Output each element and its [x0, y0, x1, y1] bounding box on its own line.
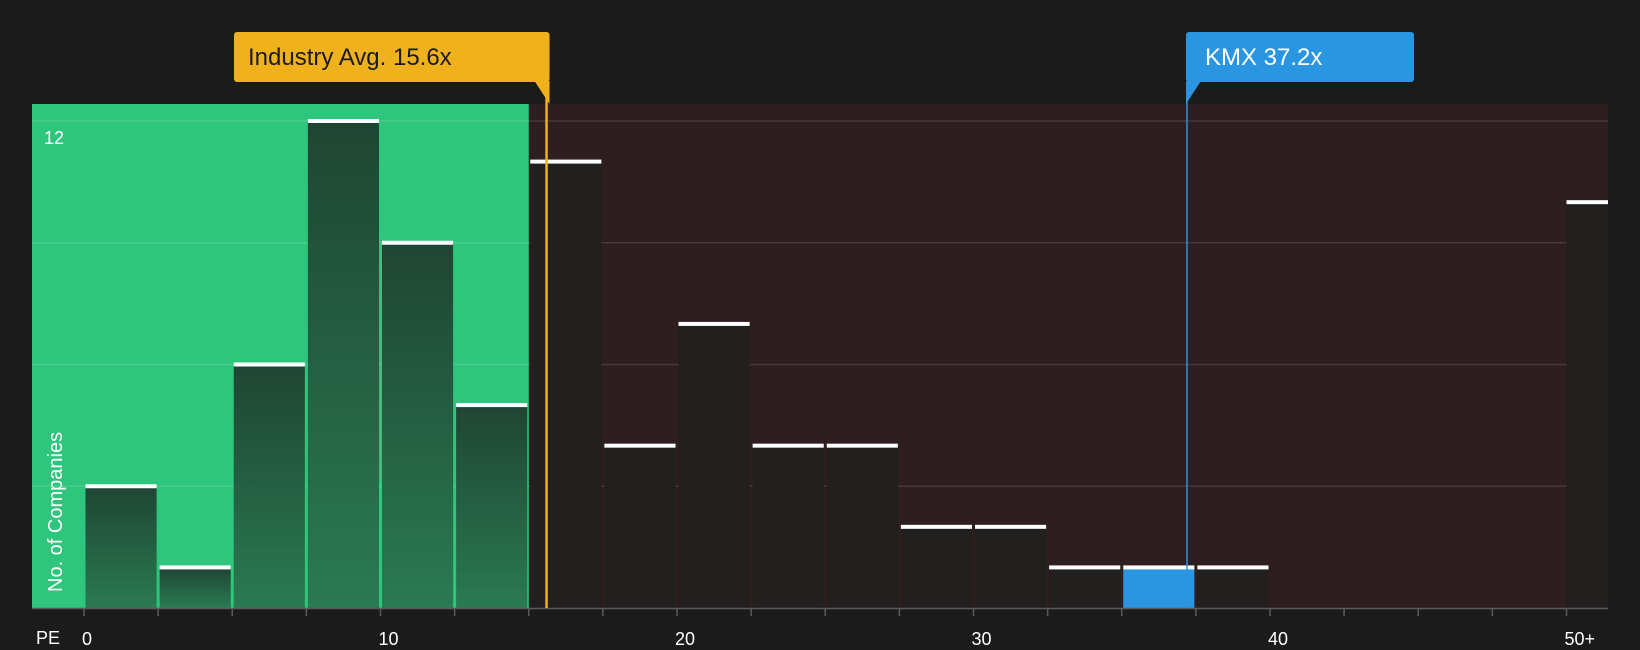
bar	[752, 445, 824, 608]
x-tick-label: 30	[972, 629, 992, 649]
x-tick-label: 10	[379, 629, 399, 649]
bar-cap	[382, 240, 454, 245]
bar	[975, 526, 1047, 608]
bar-cap	[233, 362, 305, 367]
bar-cap	[456, 403, 528, 408]
bar	[85, 486, 157, 608]
bar-cap	[826, 443, 898, 448]
y-axis-label: No. of Companies	[45, 432, 67, 592]
bar	[604, 445, 676, 608]
bar	[307, 121, 379, 608]
bar-cap	[975, 524, 1047, 529]
x-tick-label: 40	[1268, 629, 1288, 649]
bar	[678, 323, 750, 608]
bar-cap	[307, 119, 379, 123]
industry-average-label: Industry Avg. 15.6x	[248, 44, 452, 71]
axis-prefix-label: PE	[36, 628, 60, 648]
bar-cap	[1049, 565, 1121, 570]
y-axis-top-label: 12	[44, 128, 64, 148]
bar-cap	[678, 321, 750, 326]
bar	[456, 405, 528, 608]
bar	[1566, 202, 1608, 608]
x-tick-label: 0	[82, 629, 92, 649]
bar-cap	[604, 443, 676, 448]
bar-cap	[85, 484, 157, 489]
bar	[1197, 567, 1269, 608]
bar	[826, 445, 898, 608]
pe-distribution-chart: 0 10 20 30 40 50+ PE 12 No. of Companies Indu…	[32, 32, 1608, 649]
bar-cap	[1123, 565, 1195, 570]
x-tick-label: 50+	[1565, 629, 1596, 649]
bar	[900, 526, 972, 608]
company-pe-label: KMX 37.2x	[1205, 44, 1322, 71]
bar	[1049, 567, 1121, 608]
company-pe-pointer	[1185, 81, 1201, 104]
bar-cap	[530, 159, 602, 164]
bar	[1123, 567, 1195, 608]
bar	[233, 364, 305, 608]
x-ticks: 0 10 20 30 40 50+	[82, 608, 1595, 649]
bar-cap	[1566, 200, 1608, 205]
bar-cap	[900, 524, 972, 529]
bar-cap	[159, 565, 231, 570]
bar	[530, 161, 602, 609]
x-tick-label: 20	[675, 629, 695, 649]
bar	[382, 242, 454, 608]
bar	[159, 567, 231, 608]
bar-cap	[752, 443, 824, 448]
bar-cap	[1197, 565, 1269, 570]
